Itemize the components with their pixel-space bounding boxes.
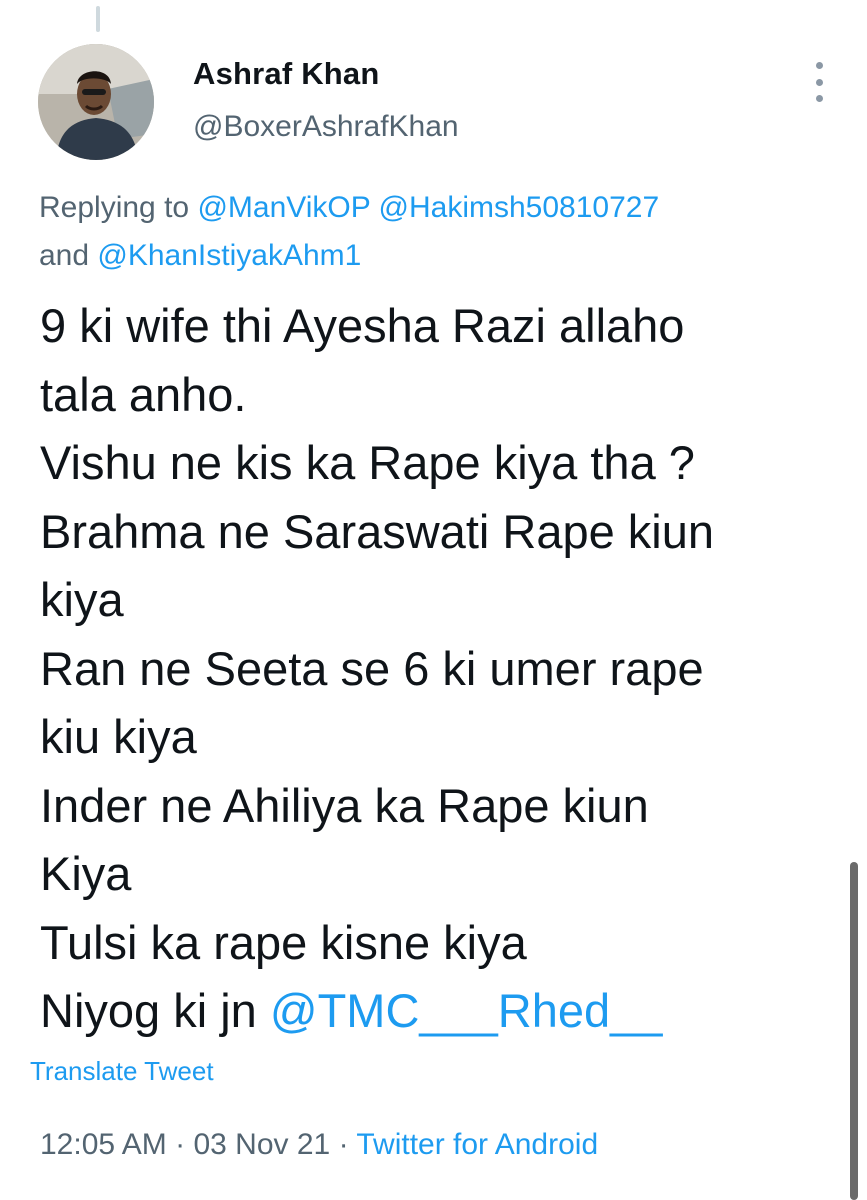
tweet-line: Ran ne Seeta se 6 ki umer rape — [40, 641, 704, 695]
reply-mention-1[interactable]: @ManVikOP — [197, 191, 370, 224]
tweet-line: Brahma ne Saraswati Rape kiun — [40, 504, 715, 558]
tweet-text: 9 ki wife thi Ayesha Razi allaho tala an… — [40, 292, 830, 1046]
replying-conjunction: and — [39, 239, 90, 272]
reply-mention-3[interactable]: @KhanIstiyakAhm1 — [97, 239, 361, 272]
tweet-time[interactable]: 12:05 AM — [40, 1128, 167, 1161]
tweet-line: 9 ki wife thi Ayesha Razi allaho — [40, 299, 685, 352]
tweet-line-text: Niyog ki jn — [40, 984, 257, 1037]
replying-prefix: Replying to — [39, 191, 190, 224]
more-vertical-icon[interactable] — [808, 62, 830, 102]
avatar[interactable] — [38, 44, 154, 160]
tweet-line: Tulsi ka rape kisne kiya — [40, 915, 527, 969]
tweet-line: Inder ne Ahiliya ka Rape kiun — [40, 778, 649, 832]
replying-to: Replying to @ManVikOP @Hakimsh50810727 a… — [39, 184, 819, 280]
separator: · — [338, 1128, 349, 1161]
author-name[interactable]: Ashraf Khan — [193, 56, 380, 92]
tweet-line: Vishu ne kis ka Rape kiya tha ? — [40, 436, 695, 489]
tweet-line: Kiya — [40, 847, 132, 900]
translate-tweet-link[interactable]: Translate Tweet — [30, 1056, 214, 1087]
scrollbar[interactable] — [850, 862, 858, 1200]
tweet-source[interactable]: Twitter for Android — [356, 1128, 598, 1161]
tweet-line-last: Niyog ki jn @TMC___Rhed__ — [40, 977, 830, 1046]
tweet-date[interactable]: 03 Nov 21 — [193, 1128, 330, 1161]
tweet-metadata: 12:05 AM · 03 Nov 21 · Twitter for Andro… — [40, 1128, 598, 1162]
dot — [815, 62, 823, 69]
tweet-line: tala anho. — [40, 367, 247, 421]
reply-mention-2[interactable]: @Hakimsh50810727 — [379, 191, 660, 224]
tweet-mention[interactable]: @TMC___Rhed__ — [270, 984, 663, 1037]
tweet-line: kiya — [40, 573, 124, 626]
thread-connector-line — [96, 6, 100, 32]
tweet-line: kiu kiya — [40, 710, 197, 763]
author-handle[interactable]: @BoxerAshrafKhan — [193, 110, 459, 144]
dot — [815, 95, 823, 102]
separator: · — [175, 1128, 186, 1161]
dot — [815, 78, 823, 86]
